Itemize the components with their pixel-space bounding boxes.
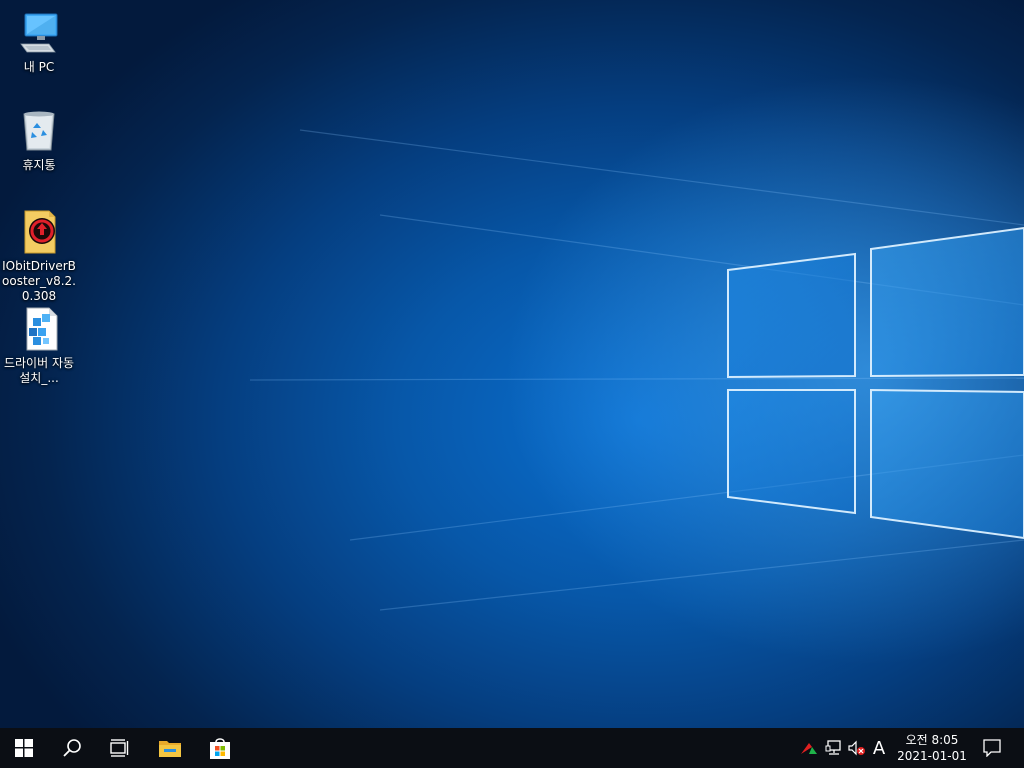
desktop-icon-label: 내 PC bbox=[23, 60, 55, 74]
desktop-icon-iobit[interactable]: IObitDriverBooster_v8.2.0.308 bbox=[0, 207, 78, 304]
taskbar-microsoft-store[interactable] bbox=[196, 728, 244, 768]
input-method-indicator[interactable]: A bbox=[868, 728, 890, 768]
microsoft-store-icon bbox=[210, 738, 230, 759]
clock-date: 2021-01-01 bbox=[897, 749, 967, 763]
this-pc-icon bbox=[20, 13, 58, 53]
taskbar-clock[interactable]: 오전 8:05 2021-01-01 bbox=[888, 728, 976, 768]
recycle-bin-icon bbox=[23, 111, 55, 151]
desktop-icon-label: 휴지통 bbox=[22, 158, 56, 172]
network-icon bbox=[825, 740, 841, 755]
driver-autoinstall-icon bbox=[26, 307, 58, 351]
start-button[interactable] bbox=[0, 728, 48, 768]
task-view-icon bbox=[110, 739, 129, 757]
tray-network-activity[interactable] bbox=[798, 728, 820, 768]
action-center-icon bbox=[983, 739, 1001, 757]
search-button[interactable] bbox=[48, 728, 96, 768]
taskbar-file-explorer[interactable] bbox=[146, 728, 194, 768]
wallpaper bbox=[249, 129, 1024, 611]
desktop-icon-this-pc[interactable]: 내 PC bbox=[0, 8, 78, 75]
desktop-icon-recycle-bin[interactable]: 휴지통 bbox=[0, 106, 78, 173]
iobit-driver-booster-icon bbox=[24, 210, 56, 254]
task-view-button[interactable] bbox=[96, 728, 144, 768]
action-center-button[interactable] bbox=[976, 728, 1008, 768]
tray-volume[interactable] bbox=[846, 728, 868, 768]
network-activity-icon bbox=[801, 743, 817, 754]
desktop: 내 PC 휴지통 IObitDriverBooster_v8.2.0.308 드… bbox=[0, 0, 1024, 728]
tray-network[interactable] bbox=[822, 728, 846, 768]
clock-time: 오전 8:05 bbox=[905, 733, 959, 747]
volume-muted-icon bbox=[848, 740, 865, 756]
taskbar: A 오전 8:05 2021-01-01 bbox=[0, 728, 1024, 768]
desktop-icon-label: IObitDriverBooster_v8.2.0.308 bbox=[2, 259, 76, 303]
search-icon bbox=[63, 739, 81, 757]
desktop-icon-label: 드라이버 자동설치_... bbox=[3, 356, 75, 385]
start-icon bbox=[15, 739, 33, 757]
desktop-icon-driver-autoinstall[interactable]: 드라이버 자동설치_... bbox=[0, 304, 78, 386]
file-explorer-icon bbox=[159, 741, 181, 757]
